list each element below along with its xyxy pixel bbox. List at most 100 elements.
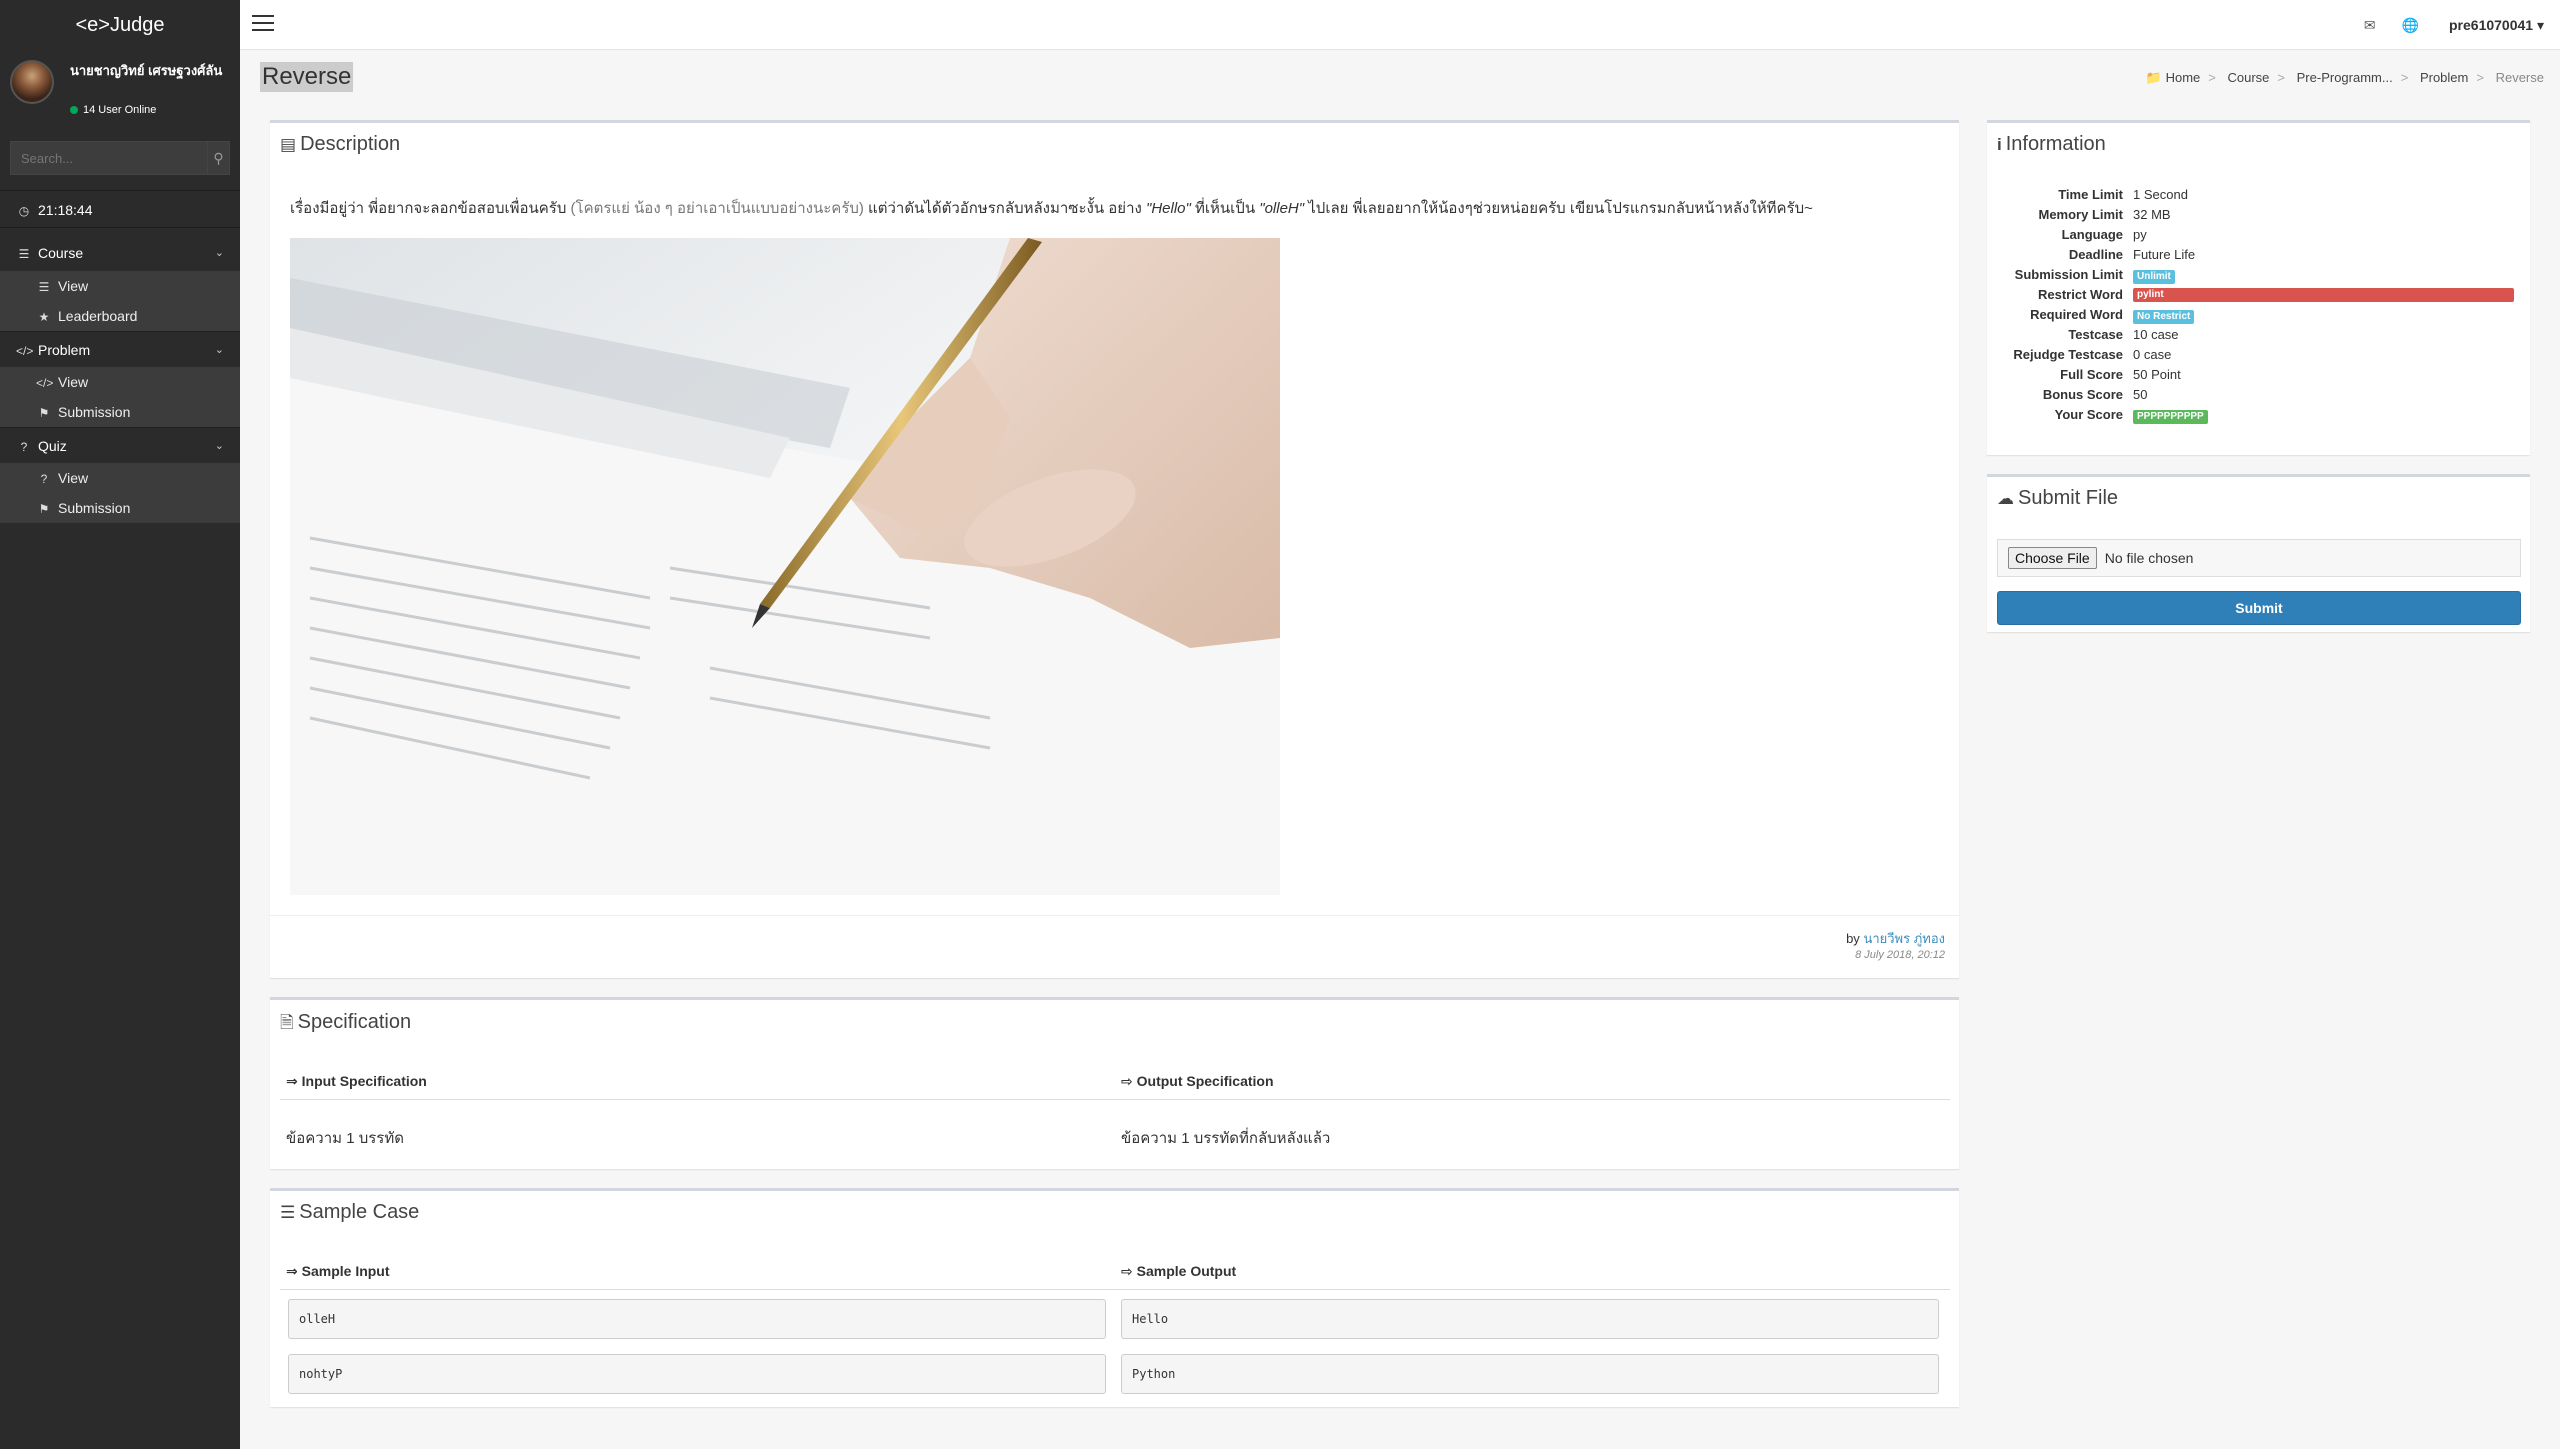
breadcrumb-current: Reverse (2495, 70, 2544, 85)
info-row: Time Limit 1 Second (1997, 185, 2517, 205)
file-input[interactable]: Choose File No file chosen (1997, 539, 2521, 577)
info-key: Restrict Word (2038, 287, 2123, 302)
sample-output-label: Sample Output (1136, 1263, 1237, 1279)
submit-button[interactable]: Submit (1997, 591, 2521, 625)
info-value: 0 case (2133, 347, 2172, 362)
question-icon: ? (20, 440, 28, 454)
info-key: Testcase (2068, 327, 2123, 342)
output-spec-head: ⇨ Output Specification (1121, 1073, 1274, 1090)
desc-part: (โคตรแย่ น้อง ๆ อย่าเอาเป็นแบบอย่างนะครั… (570, 200, 864, 217)
output-spec-label: Output Specification (1136, 1073, 1274, 1089)
sidebar-search: ⚲ (10, 141, 230, 175)
info-value: 1 Second (2133, 187, 2188, 202)
sidebar-item-label: View (58, 470, 89, 486)
cloud-upload-icon: ☁ (1997, 489, 2014, 508)
sample-input-label: Sample Input (301, 1263, 390, 1279)
specification-box: 🗎 Specification ⇒ Input Specification ⇨ O… (270, 997, 1959, 1169)
your-score-badge: PPPPPPPPPP (2133, 410, 2208, 424)
menu-course[interactable]: ☰ Course ⌄ (0, 235, 240, 271)
info-key: Required Word (2030, 307, 2123, 322)
info-key: Language (2061, 227, 2123, 242)
info-row: Your Score PPPPPPPPPP (1997, 405, 2517, 425)
sidebar-item-quiz-view[interactable]: ? View (0, 463, 240, 493)
sidebar-item-label: View (58, 374, 89, 390)
info-row: Testcase 10 case (1997, 325, 2517, 345)
sidebar-item-quiz-submission[interactable]: ⚑ Submission (0, 493, 240, 523)
mail-icon[interactable]: ✉ (2364, 17, 2376, 34)
info-row: Restrict Word pylint (1997, 285, 2517, 305)
menu-problem[interactable]: </> Problem ⌄ (0, 331, 240, 367)
flag-icon: ⚑ (38, 406, 50, 420)
user-dropdown[interactable]: pre61070041 ▾ (2449, 17, 2544, 34)
trophy-icon: ★ (38, 310, 50, 324)
sample-heading: Sample Case (299, 1201, 420, 1223)
menu-quiz-label: Quiz (38, 438, 67, 454)
menu-quiz[interactable]: ? Quiz ⌄ (0, 427, 240, 463)
desc-part: ไปเลย พี่เลยอยากให้น้องๆช่วยหน่อยครับ เข… (1304, 200, 1813, 217)
page-title: Reverse (260, 62, 354, 92)
menu-toggle-icon[interactable] (252, 15, 274, 33)
info-value: Future Life (2133, 247, 2196, 262)
globe-icon[interactable]: 🌐 (2402, 17, 2419, 34)
menu-problem-sub: </> View ⚑ Submission (0, 367, 240, 427)
search-input[interactable] (10, 141, 208, 175)
breadcrumb-course-name[interactable]: Pre-Programm... (2297, 70, 2393, 85)
author-link[interactable]: นายวีพร ภู่ทอง (1863, 931, 1945, 946)
description-text: เรื่องมีอยู่ว่า พี่อยากจะลอกข้อสอบเพื่อน… (290, 196, 1813, 220)
info-row: Memory Limit 32 MB (1997, 205, 2517, 225)
breadcrumb: 📁 Home > Course > Pre-Programm... > Problem… (2145, 70, 2544, 85)
info-value: 50 Point (2133, 367, 2181, 382)
topbar-right: ✉ 🌐 pre61070041 ▾ (2338, 0, 2544, 50)
sign-in-icon: ⇒ (286, 1073, 298, 1089)
sidebar-item-problem-submission[interactable]: ⚑ Submission (0, 397, 240, 427)
sidebar-item-problem-view[interactable]: </> View (0, 367, 240, 397)
breadcrumb-home[interactable]: Home (2166, 70, 2201, 85)
sample-input-2: nohtyP (288, 1354, 1106, 1394)
hand-writing-image (290, 238, 1280, 895)
sidebar-item-leaderboard[interactable]: ★ Leaderboard (0, 301, 240, 331)
info-key: Bonus Score (2042, 387, 2123, 402)
choose-file-button[interactable]: Choose File (2008, 547, 2097, 569)
breadcrumb-course[interactable]: Course (2228, 70, 2270, 85)
author-line: by นายวีพร ภู่ทอง (1846, 928, 1945, 949)
sidebar-item-course-view[interactable]: ☰ View (0, 271, 240, 301)
description-heading: Description (300, 133, 401, 155)
sidebar-item-label: Submission (58, 404, 131, 420)
file-icon: 🗎 (280, 1013, 294, 1032)
submit-file-box: ☁ Submit File Choose File No file chosen … (1987, 474, 2530, 632)
online-dot-icon (70, 106, 78, 115)
sample-input-1: olleH (288, 1299, 1106, 1339)
sample-input-head: ⇒ Sample Input (286, 1263, 390, 1280)
info-key: Time Limit (2058, 187, 2123, 202)
description-box: ▤ Description เรื่องมีอยู่ว่า พี่อยากจะลอ… (270, 120, 1959, 978)
information-grid: Time Limit 1 Second Memory Limit 32 MB Lan… (1997, 185, 2517, 425)
info-key: Full Score (2060, 367, 2123, 382)
description-image (290, 238, 1280, 895)
brand-logo[interactable]: <e>Judge (0, 0, 240, 50)
search-icon[interactable]: ⚲ (208, 141, 230, 175)
information-box: i Information Time Limit 1 Second Memory L… (1987, 120, 2530, 455)
sample-output-2: Python (1121, 1354, 1939, 1394)
sidebar-item-label: Submission (58, 500, 131, 516)
info-key: Your Score (2054, 407, 2123, 422)
sample-output-1: Hello (1121, 1299, 1939, 1339)
user-name: นายชาญวิทย์ เศรษฐวงศ์ลัน (70, 63, 223, 78)
chevron-down-icon: ⌄ (214, 440, 224, 452)
menu-quiz-sub: ? View ⚑ Submission (0, 463, 240, 523)
file-status: No file chosen (2104, 550, 2194, 566)
sample-output-head: ⇨ Sample Output (1121, 1263, 1236, 1280)
breadcrumb-problem[interactable]: Problem (2420, 70, 2468, 85)
sign-out-icon: ⇨ (1121, 1263, 1133, 1279)
info-icon: i (1997, 135, 2002, 154)
by-label: by (1846, 931, 1860, 946)
desc-part: "Hello" (1146, 200, 1191, 217)
clock: ◷ 21:18:44 (0, 190, 240, 228)
clock-icon: ◷ (18, 204, 30, 218)
flag-icon: ⚑ (38, 502, 50, 516)
content-header: Reverse 📁 Home > Course > Pre-Programm... >… (260, 62, 2550, 96)
desc-part: "olleH" (1259, 200, 1305, 217)
folder-icon: 📁 (2145, 70, 2162, 85)
description-title: ▤ Description (270, 123, 1959, 166)
code-icon: </> (16, 344, 34, 358)
list-icon: ☰ (18, 247, 30, 261)
